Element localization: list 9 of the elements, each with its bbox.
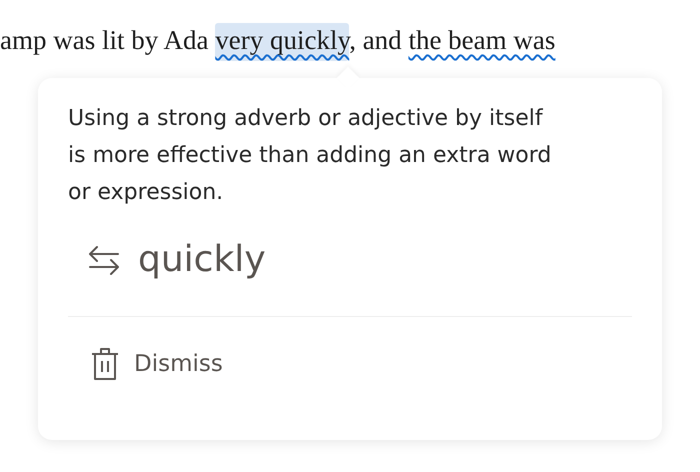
- trash-icon: [90, 347, 120, 381]
- replacement-button[interactable]: quickly: [68, 239, 266, 280]
- flagged-phrase[interactable]: very quickly: [215, 23, 350, 61]
- swap-arrows-icon: [88, 244, 120, 274]
- dismiss-button[interactable]: Dismiss: [68, 347, 223, 381]
- sentence-text: amp was lit by Ada: [0, 25, 210, 55]
- explanation-text: Using a strong adverb or adjective by itself is more effective than adding an extra word or expression.: [68, 105, 552, 207]
- sentence-text: , and: [349, 25, 403, 55]
- flagged-phrase[interactable]: the beam was: [408, 25, 556, 55]
